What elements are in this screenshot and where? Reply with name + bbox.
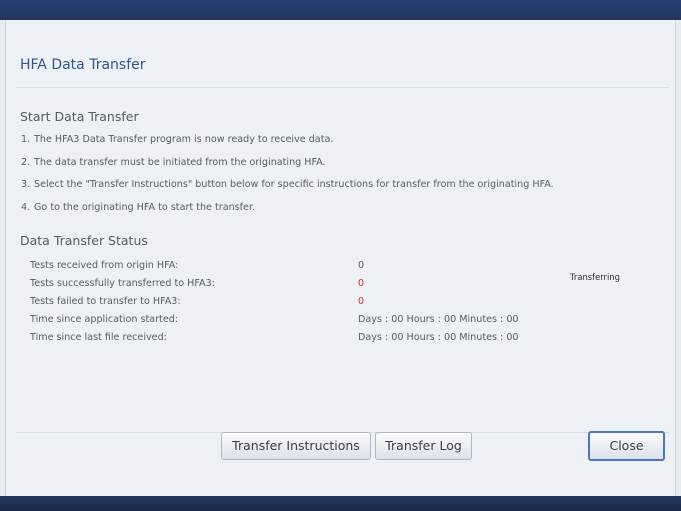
transfer-instructions-button[interactable]: Transfer Instructions [221,432,371,460]
instruction-text: Select the "Transfer Instructions" butto… [34,179,554,190]
status-row-tests-transferred: Tests successfully transferred to HFA3: … [30,278,650,296]
status-label: Time since last file received: [30,332,167,343]
status-row-tests-failed: Tests failed to transfer to HFA3: 0 [30,296,650,314]
instruction-text: The data transfer must be initiated from… [34,156,326,168]
status-value: Days : 00 Hours : 00 Minutes : 00 [358,332,519,343]
instruction-item: 1. The HFA3 Data Transfer program is now … [21,134,554,157]
instruction-item: 4. Go to the originating HFA to start the… [21,202,554,225]
instruction-text: Go to the originating HFA to start the t… [34,201,256,213]
window-bottom-bar [0,496,681,511]
transfer-state-label: Transferring [570,272,620,282]
status-row-time-since-last-file: Time since last file received: Days : 00… [30,332,650,350]
status-label: Tests received from origin HFA: [30,260,179,271]
instruction-list: 1. The HFA3 Data Transfer program is now … [21,134,554,224]
instruction-text: The HFA3 Data Transfer program is now re… [34,134,334,145]
status-value: 0 [358,278,365,289]
instruction-item: 3. Select the "Transfer Instructions" but… [21,179,554,202]
instruction-number: 4. [21,201,31,213]
status-label: Time since application started: [30,314,179,325]
status-value: 0 [358,296,365,307]
status-row-tests-received: Tests received from origin HFA: 0 [30,260,650,278]
instruction-number: 1. [21,134,31,145]
status-section-heading: Data Transfer Status [20,233,148,248]
status-table: Tests received from origin HFA: 0 Tests … [30,260,650,350]
status-label: Tests successfully transferred to HFA3: [30,278,215,289]
dialog-title: HFA Data Transfer [20,57,146,73]
transfer-dialog: HFA Data Transfer Start Data Transfer 1.… [5,20,676,496]
transfer-log-button[interactable]: Transfer Log [375,432,472,460]
window-top-bar [0,0,681,20]
title-divider [16,87,669,88]
status-value: 0 [358,260,365,271]
status-value: Days : 00 Hours : 00 Minutes : 00 [358,314,519,325]
close-button[interactable]: Close [588,431,665,461]
instruction-number: 2. [21,156,31,168]
instruction-item: 2. The data transfer must be initiated fr… [21,157,554,180]
status-row-time-since-start: Time since application started: Days : 0… [30,314,650,332]
status-label: Tests failed to transfer to HFA3: [30,296,181,307]
start-section-heading: Start Data Transfer [20,109,139,124]
instruction-number: 3. [21,179,31,190]
